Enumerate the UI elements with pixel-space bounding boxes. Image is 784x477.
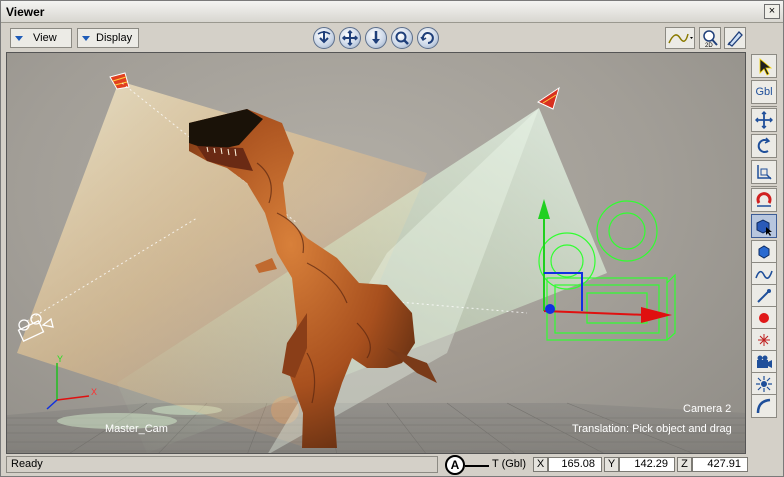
record-icon[interactable] (751, 306, 777, 330)
z-coord-label: Z (677, 457, 692, 472)
title-bar: Viewer × (1, 1, 783, 23)
curve-tool-icon[interactable] (751, 262, 777, 286)
chevron-down-icon (15, 36, 23, 41)
close-button[interactable]: × (764, 4, 780, 19)
spotlight-icon-right[interactable] (536, 86, 560, 110)
object-select-icon[interactable] (751, 214, 777, 238)
translate-icon[interactable] (751, 108, 777, 132)
zoom-icon[interactable] (391, 27, 413, 49)
view-menu-button[interactable]: View (10, 28, 72, 48)
global-space-button[interactable]: Gbl (751, 80, 777, 104)
pan-icon[interactable] (339, 27, 361, 49)
callout-leader-line (465, 465, 489, 467)
callout-marker: A (445, 455, 465, 475)
bone-icon[interactable] (751, 284, 777, 308)
x-coord-label: X (533, 457, 548, 472)
null-icon[interactable] (751, 328, 777, 352)
svg-text:2D: 2D (705, 43, 713, 48)
y-coord-label: Y (604, 457, 619, 472)
status-bar: Ready A T (Gbl) X 165.08 Y 142.29 Z 427.… (1, 454, 783, 476)
y-coord-field[interactable]: 142.29 (619, 457, 675, 472)
tool-hint-label: Translation: Pick object and drag (572, 423, 732, 435)
status-text: Ready (6, 456, 438, 473)
scene-canvas (7, 72, 745, 453)
transform-mode-label: T (Gbl) (492, 458, 527, 470)
camera-tool-icon[interactable] (751, 350, 777, 374)
zoom-2d-icon[interactable]: 2D (699, 27, 721, 49)
scene-camera-label: Master_Cam (105, 423, 168, 435)
roll-icon[interactable] (417, 27, 439, 49)
side-toolbar: Gbl (749, 52, 781, 454)
display-menu-button[interactable]: Display (77, 28, 139, 48)
chevron-down-icon (82, 36, 90, 41)
viewer-window: Viewer × View Display 2D Y X Master_Cam … (0, 0, 784, 477)
primitive-icon[interactable] (751, 240, 777, 264)
light-tool-icon[interactable] (751, 372, 777, 396)
orbit-icon[interactable] (313, 27, 335, 49)
camera-name-label: Camera 2 (683, 403, 732, 415)
axis-y-label: Y (57, 354, 64, 364)
3d-viewport[interactable]: Y X Master_Cam Camera 2 Translation: Pic… (6, 52, 746, 454)
scale-icon[interactable] (751, 160, 777, 184)
select-icon[interactable] (751, 54, 777, 78)
window-title: Viewer (6, 5, 45, 19)
deform-tool-icon[interactable] (751, 394, 777, 418)
viewer-toolbar: View Display 2D (1, 24, 783, 52)
z-coord-field[interactable]: 427.91 (692, 457, 748, 472)
rotate-icon[interactable] (751, 134, 777, 158)
x-coord-field[interactable]: 165.08 (548, 457, 602, 472)
axis-x-label: X (91, 387, 98, 397)
display-menu-label: Display (96, 32, 133, 44)
pen-icon[interactable] (724, 27, 746, 49)
view-menu-label: View (33, 32, 57, 44)
dolly-icon[interactable] (365, 27, 387, 49)
curve-icon[interactable] (665, 27, 695, 49)
magnet-icon[interactable] (751, 188, 777, 212)
